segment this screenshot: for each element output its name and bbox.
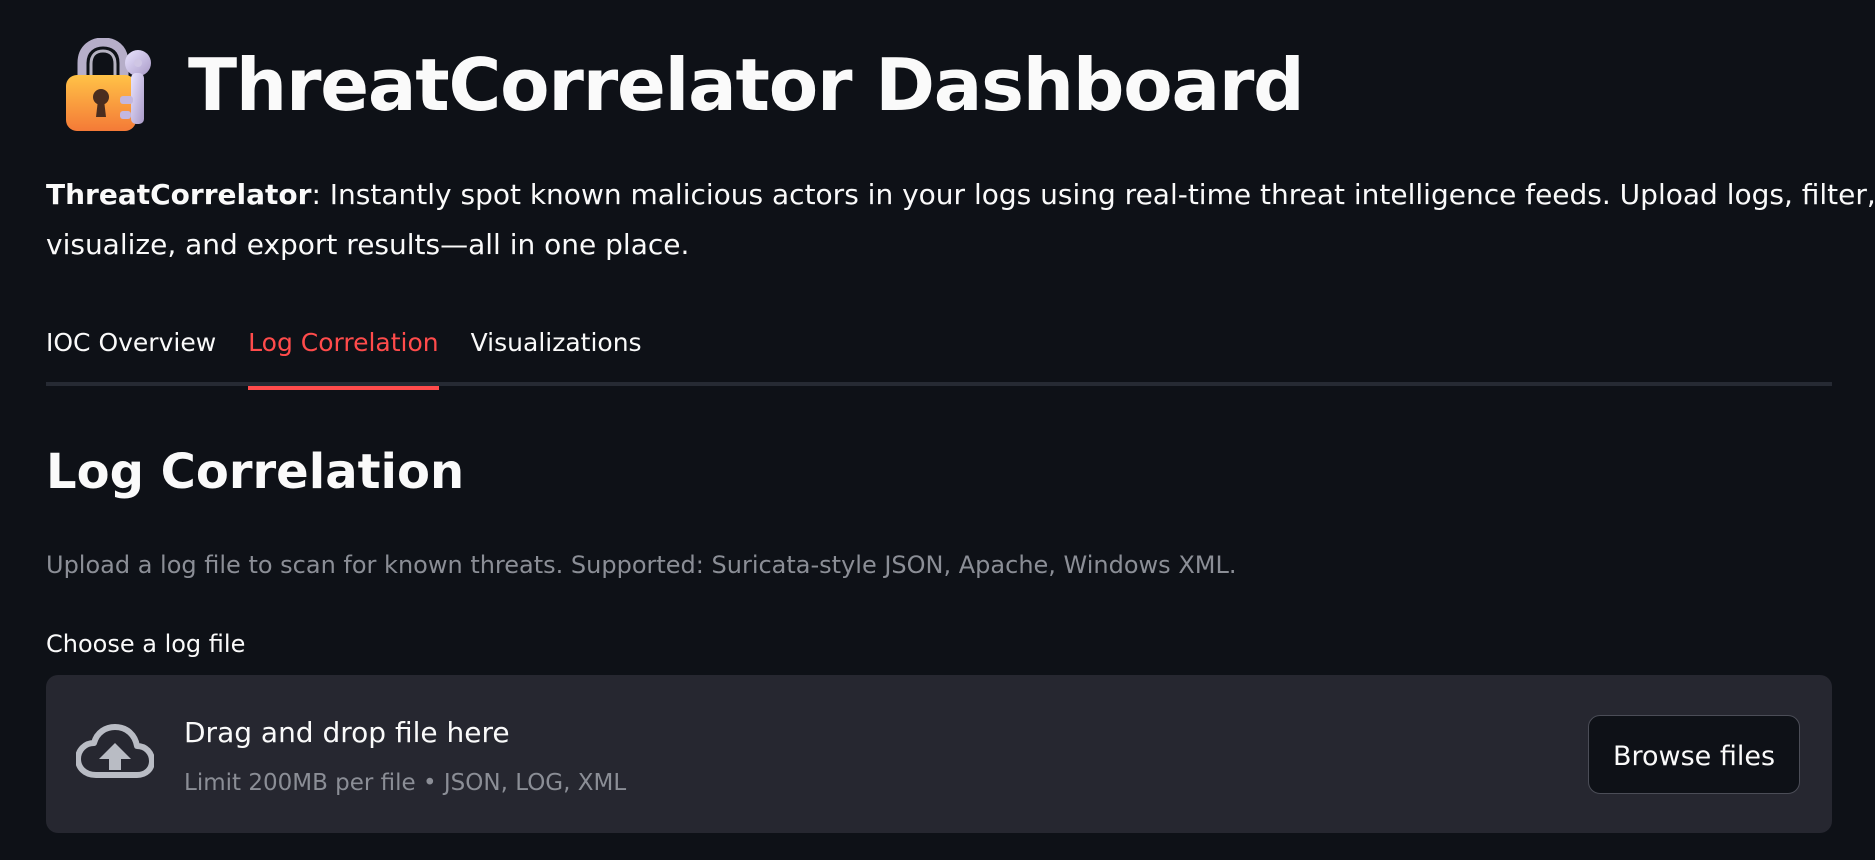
browse-files-button[interactable]: Browse files	[1588, 715, 1800, 794]
upload-caption: Upload a log file to scan for known thre…	[46, 551, 1237, 579]
dashboard-header: ThreatCorrelator Dashboard	[62, 38, 1305, 132]
tab-visualizations[interactable]: Visualizations	[471, 320, 642, 386]
tab-ioc-overview[interactable]: IOC Overview	[46, 320, 216, 386]
section-title: Log Correlation	[46, 444, 465, 500]
tab-log-correlation[interactable]: Log Correlation	[248, 320, 440, 390]
tab-bar: IOC Overview Log Correlation Visualizati…	[46, 320, 1832, 390]
upload-limit-text: Limit 200MB per file • JSON, LOG, XML	[184, 770, 627, 796]
app-brand-name: ThreatCorrelator	[46, 178, 312, 211]
description-continuation: visualize, and export results—all in one…	[46, 228, 690, 261]
page-title: ThreatCorrelator Dashboard	[188, 43, 1305, 127]
description-line: ThreatCorrelator: Instantly spot known m…	[46, 170, 1875, 220]
file-uploader-label: Choose a log file	[46, 630, 246, 658]
file-dropzone[interactable]: Drag and drop file here Limit 200MB per …	[46, 675, 1832, 833]
app-description: ThreatCorrelator: Instantly spot known m…	[46, 170, 1875, 270]
description-text: : Instantly spot known malicious actors …	[311, 178, 1875, 211]
dropzone-title: Drag and drop file here	[184, 716, 510, 749]
cloud-upload-icon	[76, 724, 154, 778]
locked-with-key-icon	[66, 38, 151, 131]
